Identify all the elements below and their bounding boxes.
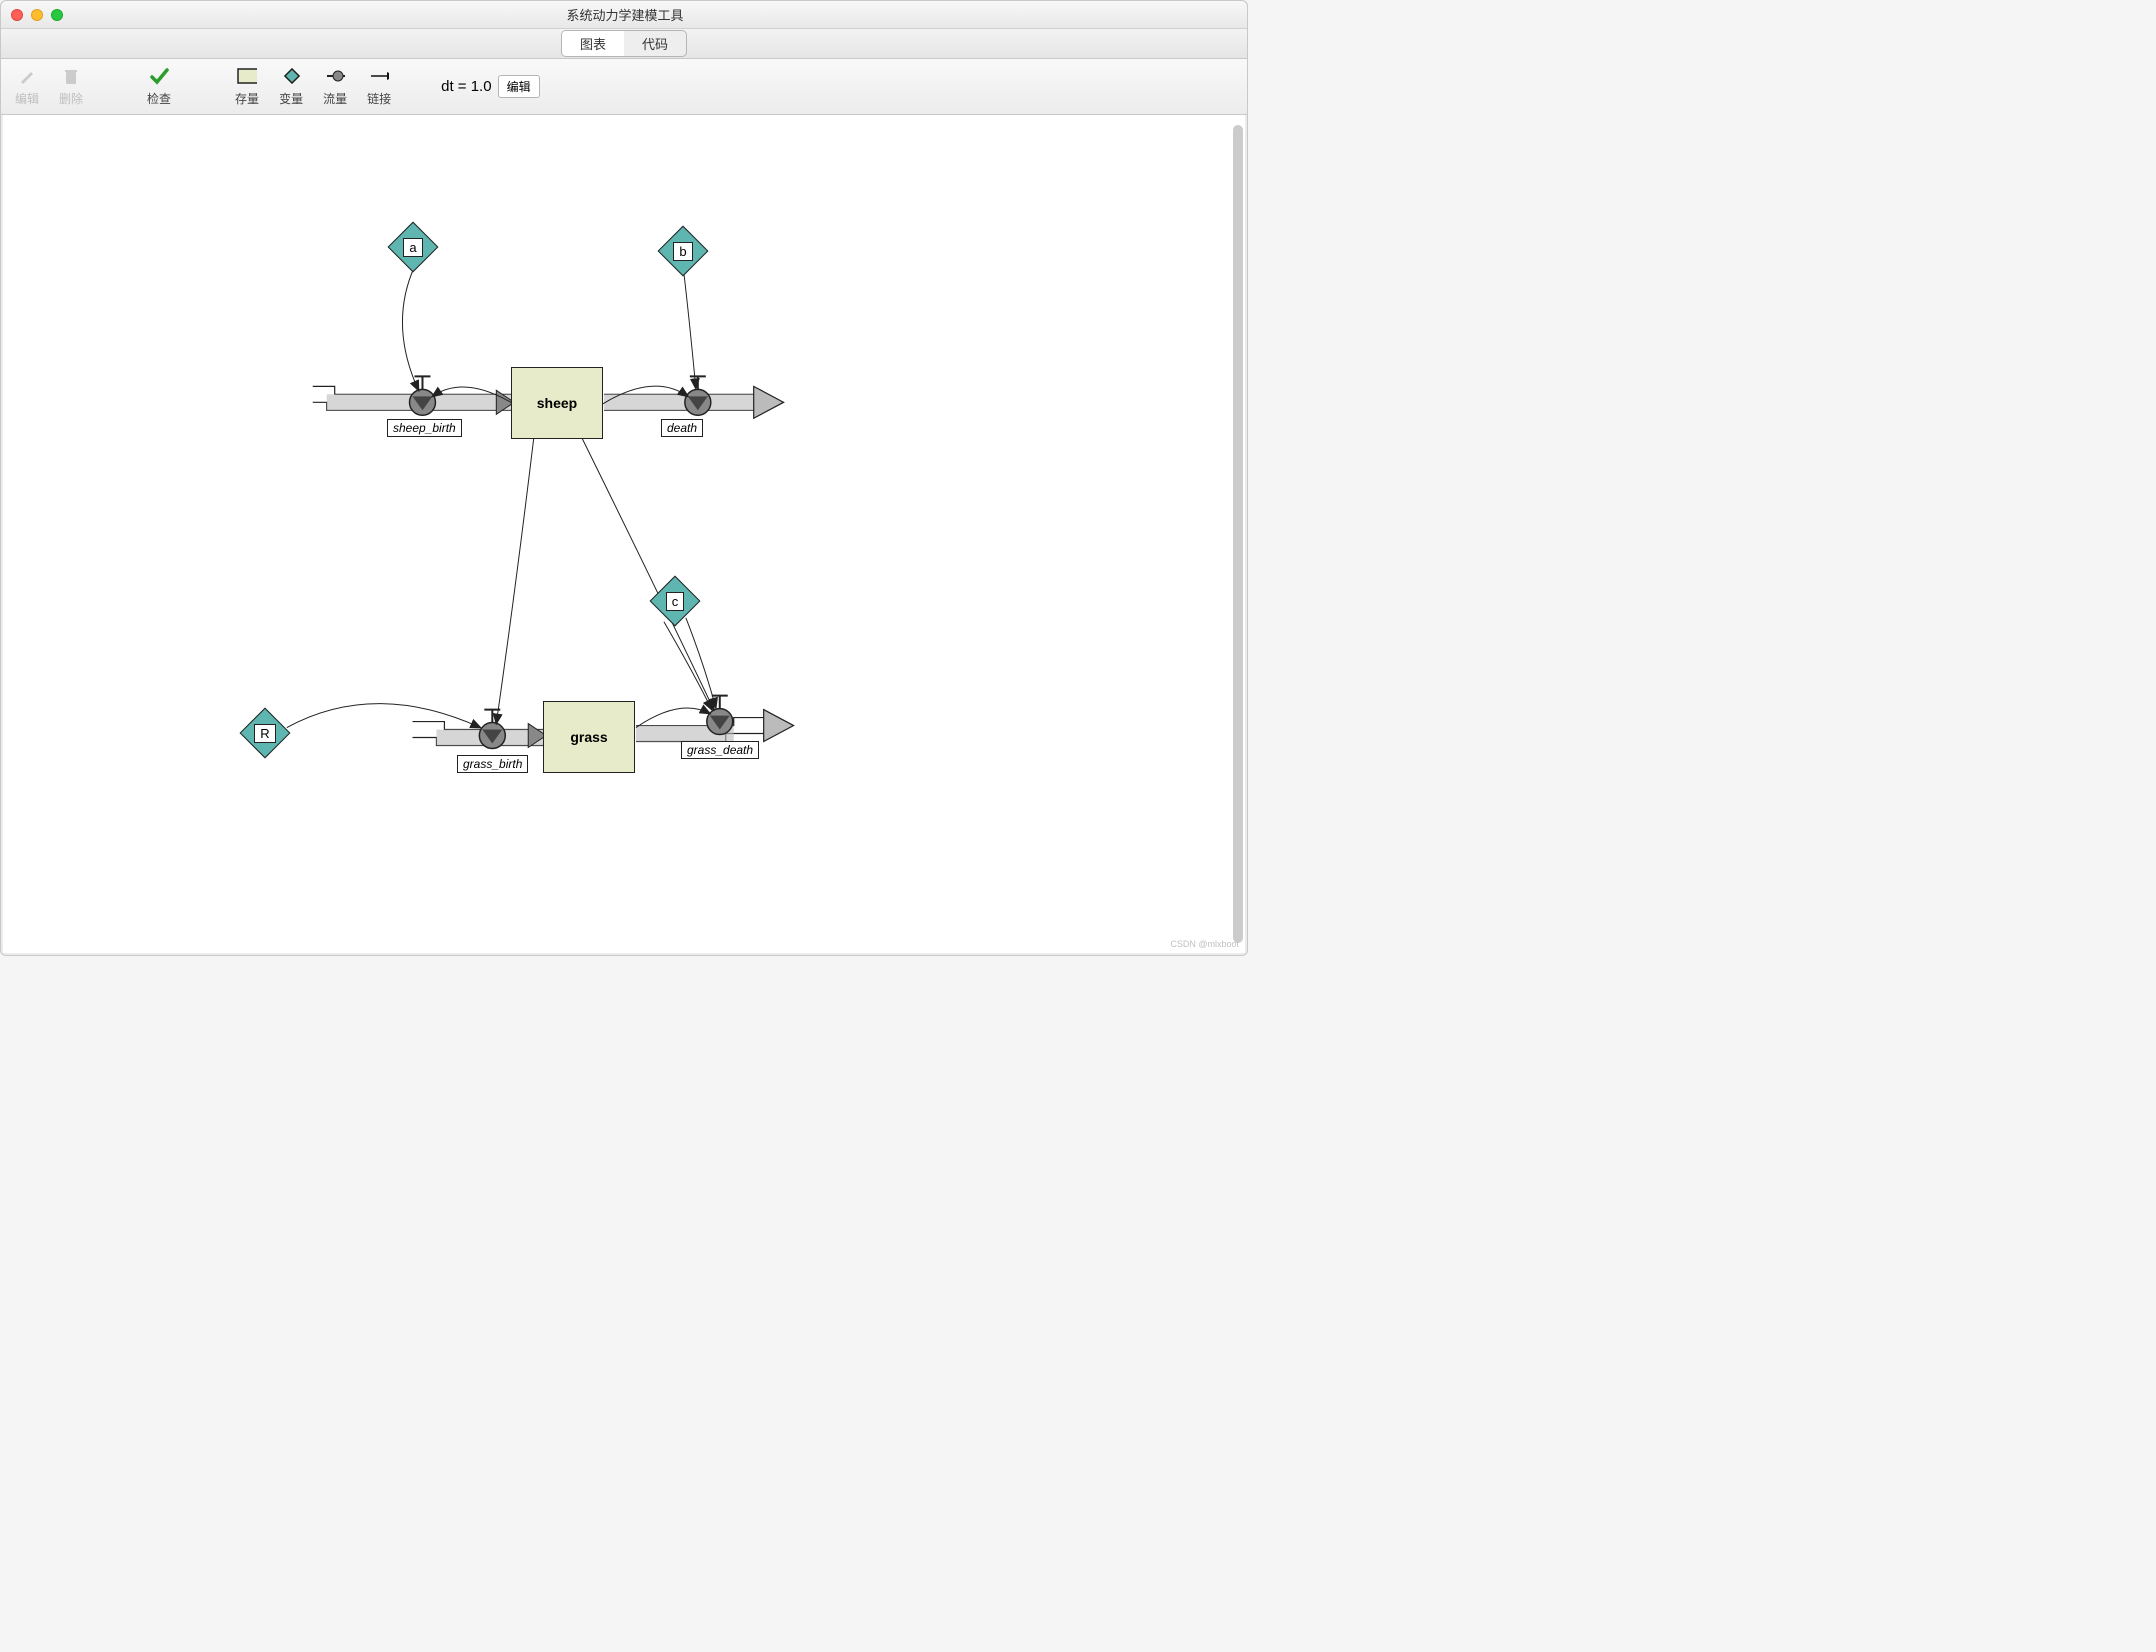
variable-icon [281, 66, 301, 86]
variable-c[interactable]: c [653, 579, 697, 623]
window-title: 系统动力学建模工具 [63, 5, 1187, 24]
variable-a[interactable]: a [391, 225, 435, 269]
diagram-svg [3, 115, 1245, 953]
minimize-icon[interactable] [31, 9, 43, 21]
flow-button[interactable]: 流量 [323, 66, 347, 107]
flow-valve-grass-birth[interactable] [479, 710, 505, 749]
dt-value: dt = 1.0 [441, 78, 491, 95]
edit-button[interactable]: 编辑 [15, 66, 39, 107]
link-c-to-grassdeath[interactable] [686, 618, 716, 708]
flow-label-grass-death[interactable]: grass_death [681, 741, 759, 759]
flow-label-grass-birth[interactable]: grass_birth [457, 755, 528, 773]
variable-R[interactable]: R [243, 711, 287, 755]
scrollbar-vertical[interactable] [1233, 125, 1243, 943]
tab-code[interactable]: 代码 [624, 31, 686, 56]
flow-valve-death[interactable] [685, 376, 711, 415]
tab-bar: 图表 代码 [1, 29, 1247, 59]
link-grass-to-grassdeath[interactable] [636, 708, 710, 728]
link-R-to-grassbirth[interactable] [287, 704, 481, 728]
stock-sheep[interactable]: sheep [511, 367, 603, 439]
stock-icon [237, 66, 257, 86]
maximize-icon[interactable] [51, 9, 63, 21]
check-icon [149, 66, 169, 86]
delete-button[interactable]: 删除 [59, 66, 83, 107]
dt-edit-button[interactable]: 编辑 [498, 75, 540, 98]
link-sheep-to-grassbirth[interactable] [496, 434, 534, 723]
link-a-to-sheepbirth[interactable] [402, 267, 418, 391]
app-window: 系统动力学建模工具 图表 代码 编辑 删除 检查 [0, 0, 1248, 956]
variable-button[interactable]: 变量 [279, 66, 303, 107]
stock-button[interactable]: 存量 [235, 66, 259, 107]
check-button[interactable]: 检查 [147, 66, 171, 107]
window-controls [11, 9, 63, 21]
stock-grass[interactable]: grass [543, 701, 635, 773]
link-b-to-death[interactable] [684, 273, 696, 389]
trash-icon [61, 66, 81, 86]
dt-display: dt = 1.0 编辑 [441, 75, 539, 98]
flow-valve-sheep-birth[interactable] [410, 376, 436, 415]
link-button[interactable]: 链接 [367, 66, 391, 107]
flow-valve-grass-death[interactable] [707, 696, 733, 735]
tab-diagram[interactable]: 图表 [562, 31, 624, 56]
close-icon[interactable] [11, 9, 23, 21]
titlebar: 系统动力学建模工具 [1, 1, 1247, 29]
pencil-icon [17, 66, 37, 86]
flow-icon [325, 66, 345, 86]
flow-label-sheep-birth[interactable]: sheep_birth [387, 419, 462, 437]
link-c-to-grassdeath-2[interactable] [664, 622, 712, 710]
link-sheep-to-grassdeath[interactable] [580, 434, 714, 709]
watermark: CSDN @mlxboot [1170, 939, 1239, 949]
toolbar: 编辑 删除 检查 存量 变量 [1, 59, 1247, 115]
link-icon [369, 66, 389, 86]
variable-b[interactable]: b [661, 229, 705, 273]
canvas[interactable]: a b c R sheep grass sheep_birth death gr… [3, 115, 1245, 953]
flow-label-death[interactable]: death [661, 419, 703, 437]
